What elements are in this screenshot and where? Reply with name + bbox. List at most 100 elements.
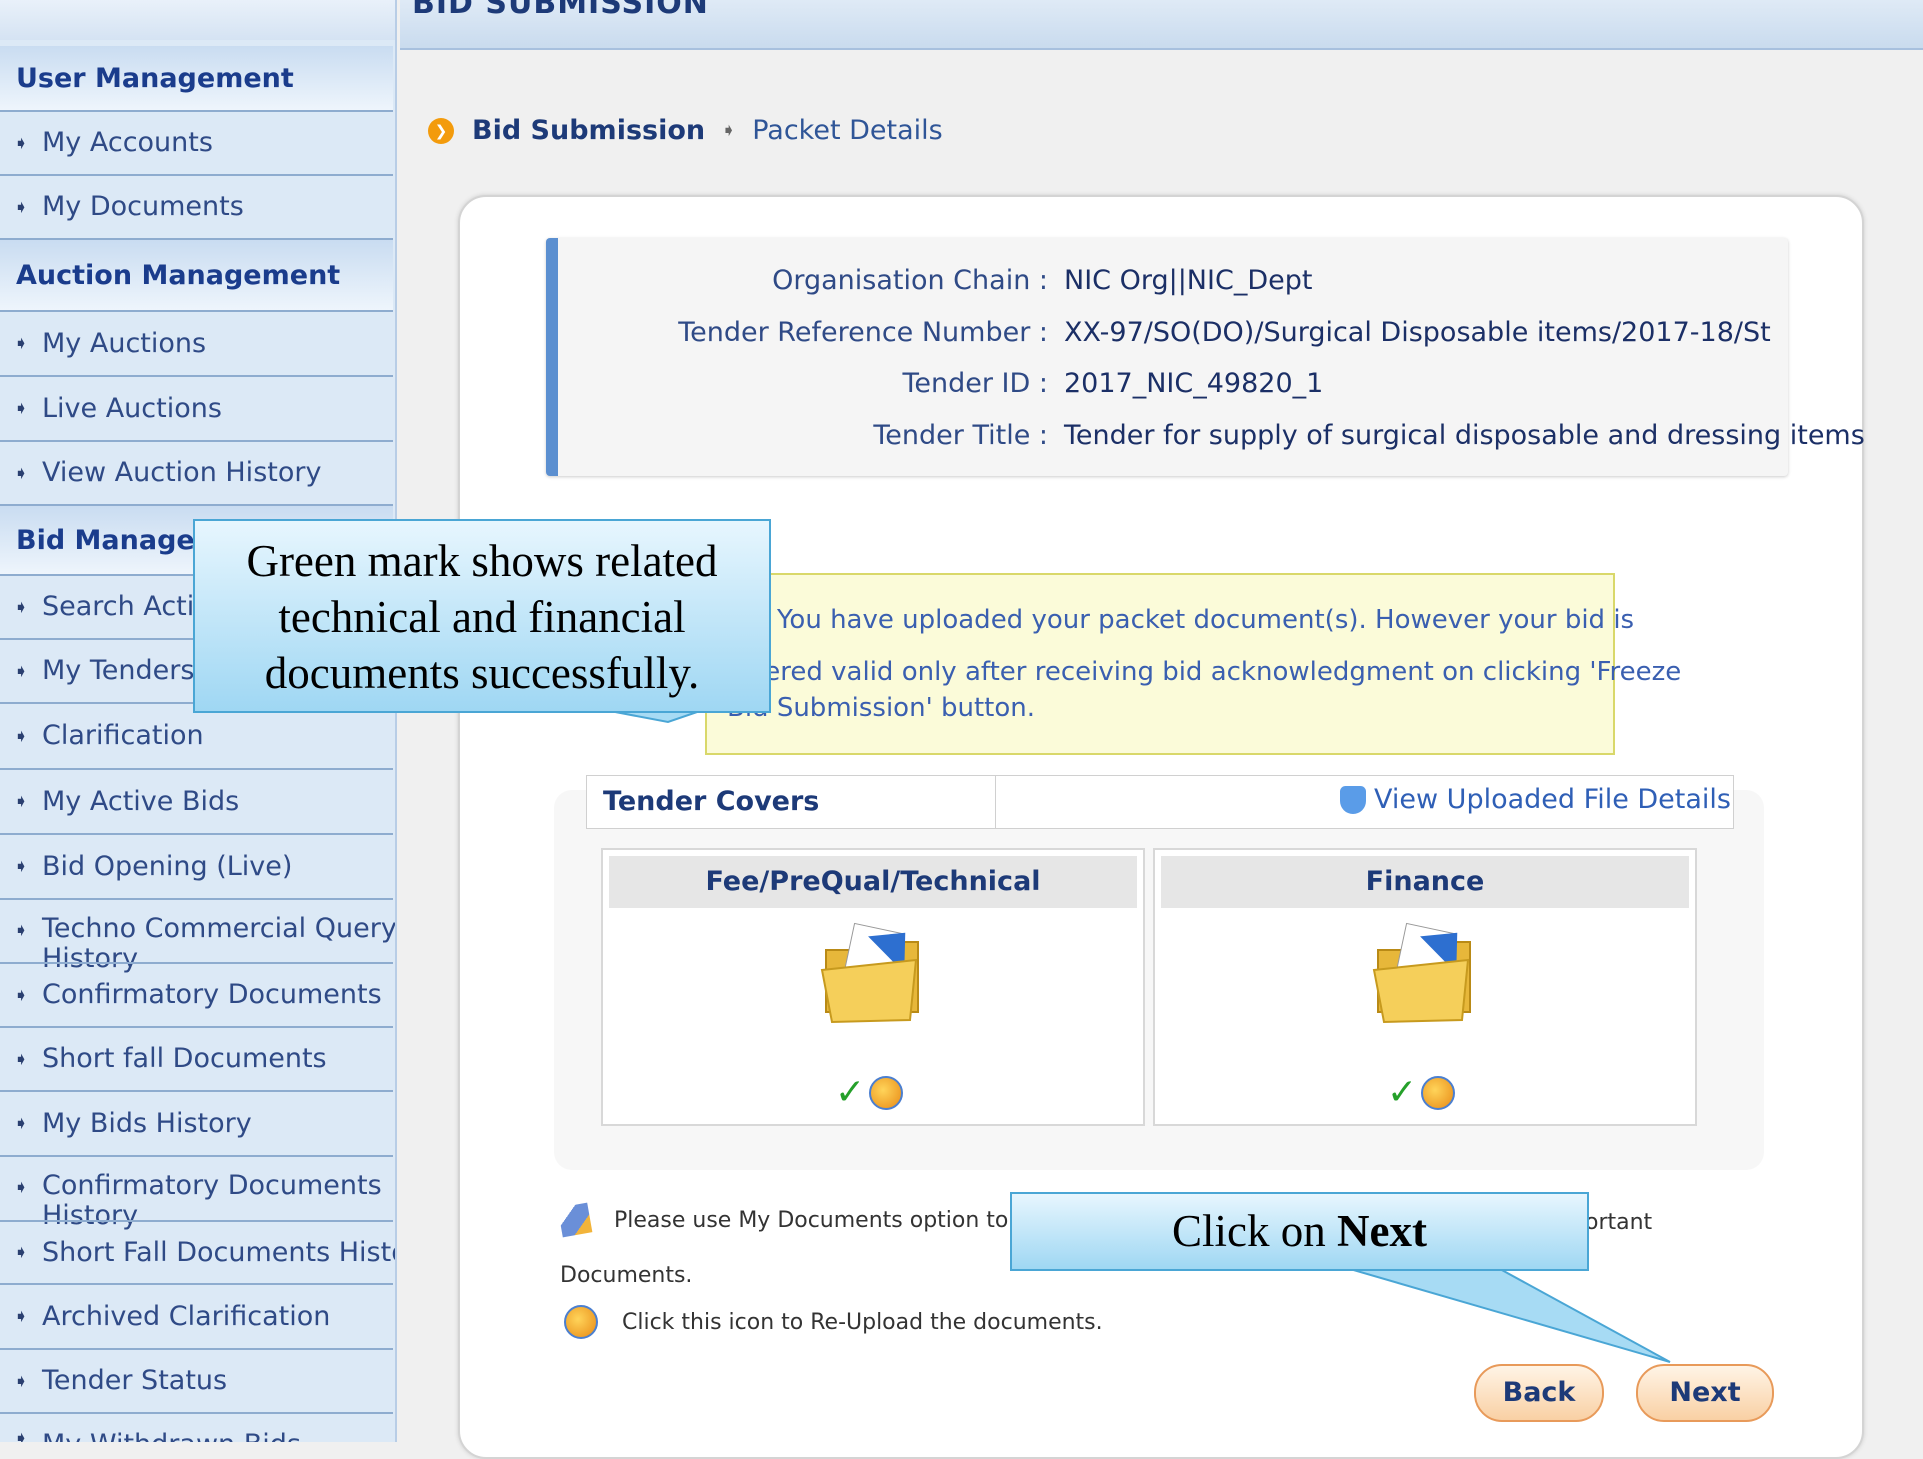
sidebar-item-bid-opening-live[interactable]: ➧ Bid Opening (Live) — [0, 835, 393, 900]
sidebar-item-label: View Auction History — [42, 457, 322, 488]
callout-text: Click on — [1172, 1206, 1338, 1256]
sidebar-item-my-withdrawn-bids[interactable]: ➧ My Withdrawn Bids — [0, 1414, 393, 1442]
arrow-right-icon: ➧ — [13, 132, 29, 154]
sidebar-item-label: My Active Bids — [42, 785, 240, 817]
arrow-right-icon: ➧ — [13, 333, 29, 354]
breadcrumb-current[interactable]: Bid Submission — [472, 115, 705, 146]
note-text: Documents. — [560, 1263, 693, 1288]
tender-covers-header: Tender Covers View Uploaded File Details — [586, 775, 1734, 829]
info-value: NIC Org||NIC_Dept — [1064, 265, 1313, 296]
info-value: XX-97/SO(DO)/Surgical Disposable items/2… — [1064, 317, 1771, 348]
sidebar-item-my-active-bids[interactable]: ➧ My Active Bids — [0, 770, 393, 835]
warning-line: You have uploaded your packet document(s… — [777, 605, 1635, 635]
open-folder-icon[interactable] — [818, 920, 928, 1030]
sidebar-item-my-bids-history[interactable]: ➧ My Bids History — [0, 1092, 393, 1157]
sidebar-group-label: User Management — [16, 62, 294, 94]
breadcrumb-bullet-icon: ❯ — [428, 117, 454, 144]
sidebar-item-view-auction-history[interactable]: ➧ View Auction History — [0, 442, 393, 506]
arrow-right-icon: ➧ — [13, 1177, 29, 1198]
cover-status-marks: ✓ — [1387, 1072, 1456, 1113]
sidebar-item-label: My Withdrawn Bids — [42, 1428, 301, 1442]
arrow-right-icon: ➧ — [13, 1370, 29, 1392]
arrow-right-icon: ➧ — [13, 1048, 29, 1070]
arrow-right-icon: ➧ — [13, 1428, 29, 1442]
open-folder-icon[interactable] — [1370, 920, 1480, 1030]
info-label: Tender ID : — [902, 368, 1049, 399]
sidebar-group-user-management: User Management — [0, 46, 393, 112]
sidebar: User Management ➧ My Accounts ➧ My Documen… — [0, 0, 397, 1442]
re-upload-icon — [564, 1305, 598, 1339]
sidebar-item-label: Live Auctions — [42, 392, 222, 424]
divider — [995, 776, 996, 828]
arrow-right-icon: ➧ — [13, 196, 29, 218]
section-title: BID SUBMISSION — [412, 0, 709, 21]
cover-title: Finance — [1161, 856, 1689, 908]
cover-fee-prequal-technical: Fee/PreQual/Technical ✓ — [601, 848, 1145, 1126]
view-uploaded-file-details-link[interactable]: View Uploaded File Details — [1340, 784, 1731, 815]
arrow-right-icon: ➧ — [13, 1306, 29, 1327]
sidebar-item-label: My Bids History — [42, 1107, 252, 1139]
warning-message: You have uploaded your packet document(s… — [705, 573, 1681, 755]
sidebar-item-label: Clarification — [42, 720, 204, 751]
info-value: Tender for supply of surgical disposable… — [1064, 420, 1865, 451]
sidebar-item-label: My Documents — [42, 191, 244, 222]
sidebar-item-short-fall-documents-history[interactable]: ➧ Short Fall Documents History — [0, 1220, 395, 1285]
sidebar-item-clarification[interactable]: ➧ Clarification — [0, 704, 393, 770]
sidebar-item-my-documents[interactable]: ➧ My Documents — [0, 176, 393, 240]
shield-icon — [1340, 785, 1367, 814]
re-upload-icon[interactable] — [1421, 1075, 1456, 1110]
breadcrumb-next: Packet Details — [752, 115, 943, 146]
note-reupload: Click this icon to Re-Upload the documen… — [564, 1305, 1103, 1339]
warning-line: sidered valid only after receiving bid a… — [727, 657, 1682, 687]
breadcrumb: ❯ Bid Submission ➧ Packet Details — [428, 115, 943, 146]
arrow-right-icon: ➧ — [13, 596, 29, 618]
sidebar-item-label: Tender Status — [42, 1365, 228, 1396]
sidebar-item-label: My Accounts — [42, 127, 213, 158]
sidebar-item-label: My Tenders — [42, 655, 195, 686]
sidebar-item-label: Short Fall Documents History — [42, 1236, 397, 1268]
sidebar-item-label: Archived Clarification — [42, 1300, 331, 1332]
cover-title: Fee/PreQual/Technical — [609, 856, 1137, 908]
arrow-right-icon: ➧ — [13, 725, 29, 747]
section-header-bar: BID SUBMISSION — [400, 0, 1923, 50]
cover-status-marks: ✓ — [835, 1072, 904, 1113]
note-text: Click this icon to Re-Upload the documen… — [622, 1309, 1103, 1335]
sidebar-item-confirmatory-documents[interactable]: ➧ Confirmatory Documents — [0, 962, 393, 1028]
sidebar-item-label: Techno Commercial Query — [42, 913, 397, 944]
back-button[interactable]: Back — [1474, 1364, 1604, 1422]
note-my-documents: Please use My Documents option to up — [557, 1202, 1043, 1238]
sidebar-item-archived-clarification[interactable]: ➧ Archived Clarification — [0, 1285, 393, 1350]
arrow-right-icon: ➧ — [13, 660, 29, 682]
sidebar-item-tender-status[interactable]: ➧ Tender Status — [0, 1350, 393, 1414]
next-button[interactable]: Next — [1636, 1364, 1774, 1422]
sidebar-top-strip — [0, 0, 395, 40]
note-text: ortant — [1585, 1210, 1653, 1235]
sidebar-item-my-accounts[interactable]: ➧ My Accounts — [0, 112, 393, 176]
sidebar-item-label: Bid Opening (Live) — [42, 850, 293, 882]
arrow-right-icon: ➧ — [13, 398, 29, 419]
tender-covers-title: Tender Covers — [603, 786, 820, 817]
sidebar-item-label: Confirmatory Documents — [42, 1170, 382, 1201]
sidebar-item-short-fall-documents[interactable]: ➧ Short fall Documents — [0, 1028, 393, 1092]
info-label: Tender Reference Number : — [678, 317, 1048, 348]
tender-info-box: Organisation Chain : NIC Org||NIC_Dept T… — [546, 238, 1865, 476]
arrow-right-icon: ➧ — [13, 791, 29, 812]
sidebar-item-my-auctions[interactable]: ➧ My Auctions — [0, 312, 393, 377]
arrow-right-icon: ➧ — [13, 462, 29, 484]
pencil-note-icon — [557, 1202, 593, 1238]
arrow-right-icon: ➧ — [13, 1242, 29, 1263]
sidebar-item-label: Confirmatory Documents — [42, 979, 382, 1010]
arrow-right-icon: ➧ — [13, 984, 29, 1006]
callout-green-mark: Green mark shows related technical and f… — [193, 519, 771, 713]
sidebar-item-label: My Auctions — [42, 327, 207, 359]
info-label: Organisation Chain : — [772, 265, 1048, 296]
cover-finance: Finance ✓ — [1153, 848, 1697, 1126]
re-upload-icon[interactable] — [869, 1075, 904, 1110]
arrow-right-icon: ➧ — [13, 856, 29, 877]
arrow-right-icon: ➧ — [13, 1113, 29, 1134]
green-check-icon: ✓ — [1387, 1072, 1418, 1113]
warning-line: Bid Submission' button. — [727, 693, 1036, 723]
sidebar-item-live-auctions[interactable]: ➧ Live Auctions — [0, 377, 393, 442]
sidebar-group-auction-management: Auction Management — [0, 240, 393, 312]
sidebar-group-label: Auction Management — [16, 259, 341, 291]
